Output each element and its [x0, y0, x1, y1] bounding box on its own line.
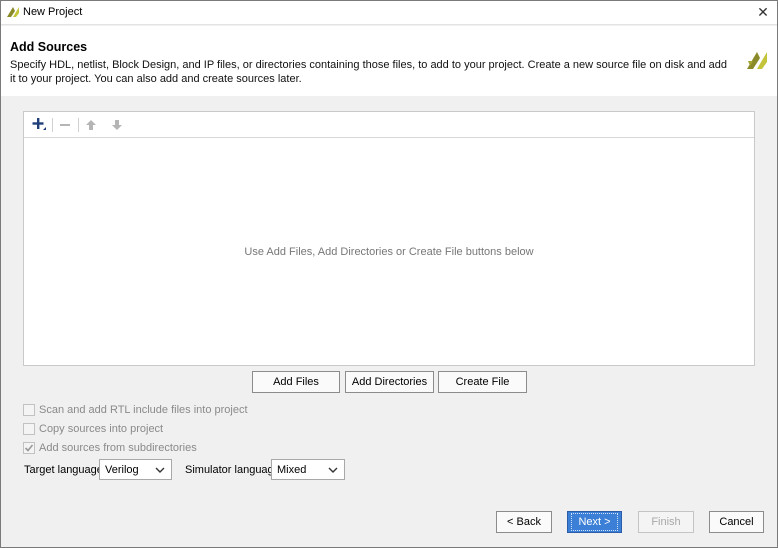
sources-toolbar [24, 112, 754, 138]
create-file-button[interactable]: Create File [438, 371, 527, 393]
scan-rtl-checkbox-row[interactable]: Scan and add RTL include files into proj… [23, 402, 248, 418]
arrow-down-icon[interactable] [108, 116, 126, 134]
checkmark-icon [24, 444, 34, 452]
add-files-button[interactable]: Add Files [252, 371, 340, 393]
add-icon[interactable] [30, 116, 48, 134]
back-label: < Back [507, 516, 541, 528]
page-description: Specify HDL, netlist, Block Design, and … [10, 59, 728, 85]
target-language-value: Verilog [105, 463, 139, 476]
copy-sources-label: Copy sources into project [39, 423, 164, 435]
page-title: Add Sources [10, 40, 88, 54]
vivado-logo-icon [747, 52, 767, 69]
target-language-select[interactable]: Verilog [99, 459, 172, 480]
add-subdirs-checkbox[interactable] [23, 442, 35, 454]
next-label: Next > [571, 513, 618, 531]
add-subdirs-checkbox-row[interactable]: Add sources from subdirectories [23, 440, 197, 456]
title-bar[interactable]: New Project ✕ [1, 1, 777, 25]
simulator-language-label: Simulator language: [185, 464, 283, 476]
toolbar-separator [52, 118, 53, 132]
create-file-label: Create File [455, 376, 510, 388]
back-button[interactable]: < Back [496, 511, 552, 533]
arrow-up-icon[interactable] [82, 116, 100, 134]
add-directories-label: Add Directories [351, 376, 428, 388]
cancel-button[interactable]: Cancel [709, 511, 764, 533]
add-files-label: Add Files [273, 376, 319, 388]
window-title: New Project [23, 6, 83, 18]
copy-sources-checkbox-row[interactable]: Copy sources into project [23, 421, 163, 437]
finish-label: Finish [651, 516, 681, 528]
scan-rtl-checkbox[interactable] [23, 404, 35, 416]
toolbar-separator [78, 118, 79, 132]
chevron-down-icon [155, 467, 165, 473]
finish-button[interactable]: Finish [638, 511, 694, 533]
sources-list-panel: Use Add Files, Add Directories or Create… [23, 111, 755, 366]
empty-sources-message: Use Add Files, Add Directories or Create… [244, 246, 534, 258]
scan-rtl-label: Scan and add RTL include files into proj… [39, 404, 248, 416]
add-directories-button[interactable]: Add Directories [345, 371, 434, 393]
next-button[interactable]: Next > [567, 511, 622, 533]
cancel-label: Cancel [719, 516, 754, 528]
add-subdirs-label: Add sources from subdirectories [39, 442, 197, 454]
page-header: Add Sources Specify HDL, netlist, Block … [1, 26, 777, 96]
chevron-down-icon [328, 467, 338, 473]
simulator-language-value: Mixed [277, 463, 307, 476]
target-language-label: Target language: [24, 464, 106, 476]
simulator-language-select[interactable]: Mixed [271, 459, 345, 480]
close-icon[interactable]: ✕ [755, 4, 771, 20]
vivado-logo-icon [7, 7, 19, 17]
new-project-dialog: New Project ✕ Add Sources Specify HDL, n… [0, 0, 778, 548]
copy-sources-checkbox[interactable] [23, 423, 35, 435]
remove-icon[interactable] [56, 116, 74, 134]
